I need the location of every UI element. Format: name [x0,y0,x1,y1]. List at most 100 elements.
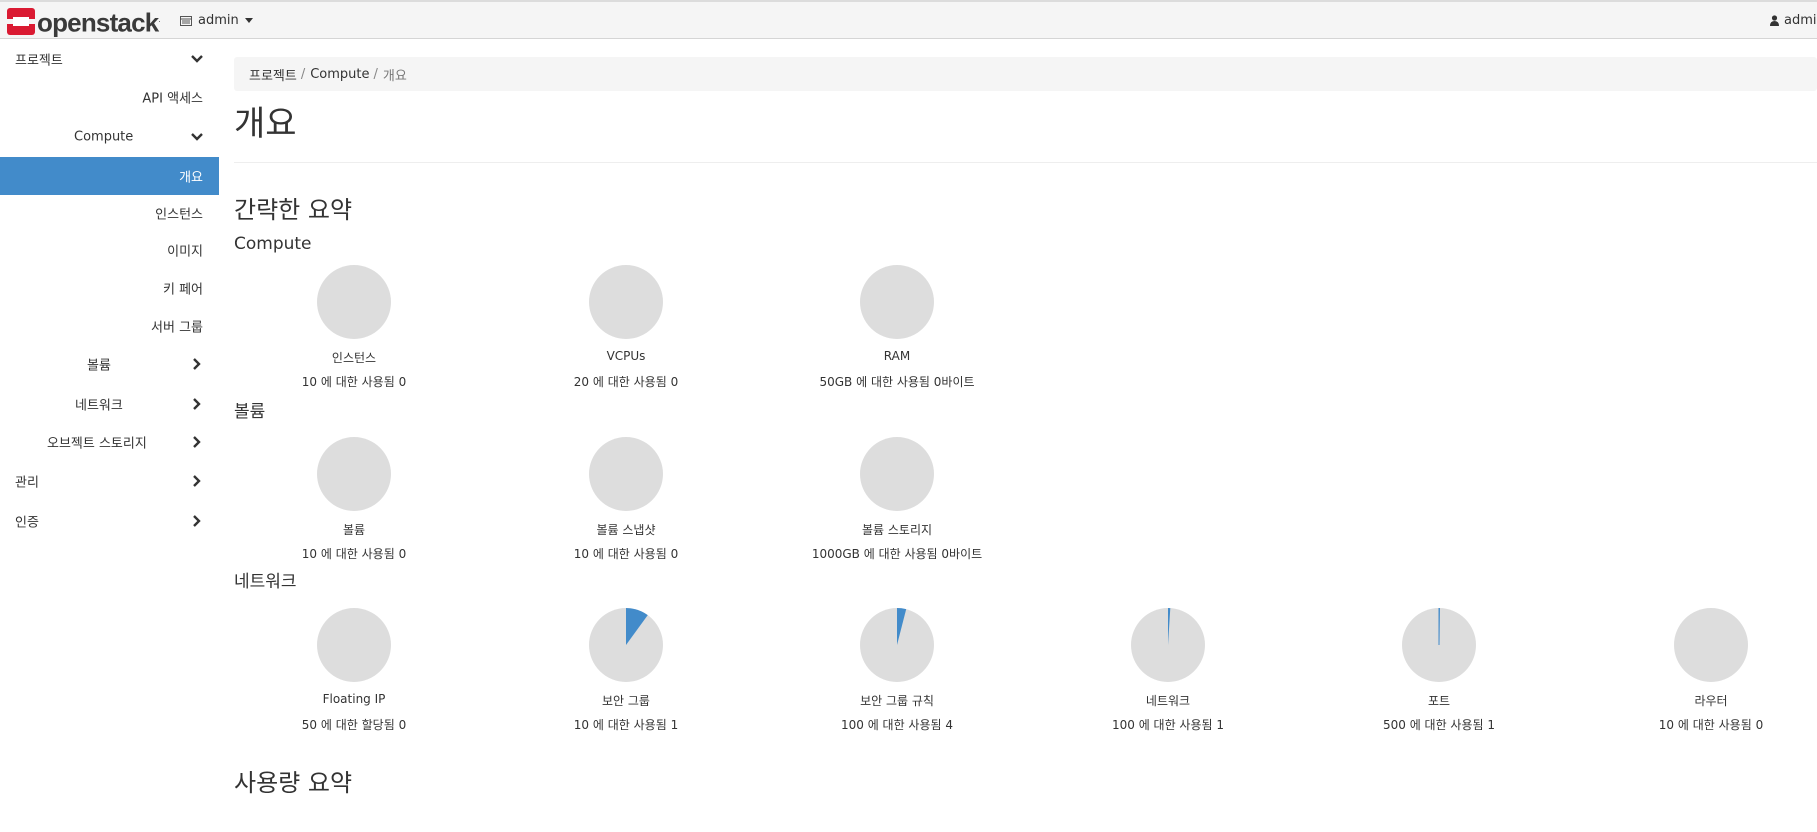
pie-graphic [589,265,663,339]
divider [234,162,1817,163]
pie-usage-text: 50 에 대한 할당됨 0 [301,718,407,732]
chevron-right-icon [193,436,201,448]
pie-title: 인스턴스 [331,351,377,365]
pie-title: 네트워크 [1145,694,1191,708]
pie-background [860,265,934,339]
quota-pie-chart: Floating IP 50 에 대한 할당됨 0 [244,608,464,738]
chevron-right-icon [193,398,201,410]
pie-graphic [860,437,934,511]
project-selector[interactable]: admin [180,13,253,28]
pie-usage-text: 1000GB 에 대한 사용됨 0바이트 [811,547,983,561]
openstack-logo-icon [7,7,35,35]
caret-down-icon [244,18,253,23]
sidebar-item[interactable]: Compute [0,118,219,156]
pie-graphic [317,437,391,511]
sidebar-item[interactable]: 인증 [0,502,219,540]
sidebar-item[interactable]: 서버 그룹 [0,307,219,345]
pie-usage-text: 100 에 대한 사용됨 1 [1111,718,1225,732]
pie-graphic [317,608,391,682]
summary-heading: 간략한 요약 [234,196,353,224]
chevron-right-icon [193,515,201,527]
sidebar-item-label: Compute [74,129,134,145]
sidebar-item-label: API 액세스 [142,91,203,107]
quota-pie-chart: 볼륨 스토리지 1000GB 에 대한 사용됨 0바이트 [787,437,1007,567]
quota-pie-chart: 볼륨 스냅샷 10 에 대한 사용됨 0 [516,437,736,567]
pie-graphic [589,608,663,682]
pie-graphic [1402,608,1476,682]
sidebar-item-label: 프로젝트 [15,53,63,69]
user-icon [1770,15,1779,26]
pie-graphic [860,608,934,682]
pie-background [589,265,663,339]
sidebar-item-label: 볼륨 [87,358,111,374]
pie-title: 포트 [1427,694,1451,708]
pie-graphic [860,265,934,339]
brand-name: openstack. [37,7,161,38]
project-icon [180,15,192,26]
chevron-right-icon [193,358,201,370]
pie-background [317,608,391,682]
page-title: 개요 [234,104,297,144]
user-menu[interactable]: admin [1770,13,1817,28]
pie-title: 볼륨 스토리지 [861,523,933,537]
pie-title: 보안 그룹 [602,694,650,708]
sidebar-item[interactable]: API 액세스 [0,78,219,116]
chevron-down-icon [191,133,203,141]
sidebar-item[interactable]: 이미지 [0,231,219,269]
sidebar-item[interactable]: 네트워크 [0,385,219,423]
breadcrumb-separator: / [300,66,306,82]
pie-usage-text: 10 에 대한 사용됨 1 [573,718,679,732]
sidebar-item-label: 관리 [15,475,39,491]
sidebar-item[interactable]: 키 페어 [0,269,219,307]
breadcrumb-project[interactable]: 프로젝트 [249,65,297,84]
pie-background [860,437,934,511]
sidebar-item-label: 키 페어 [162,282,203,298]
pie-graphic [589,437,663,511]
usage-summary-heading: 사용량 요약 [234,769,353,797]
pie-title: Floating IP [322,692,386,706]
sidebar-item[interactable]: 인스턴스 [0,194,219,232]
sidebar-item-label: 오브젝트 스토리지 [47,436,147,452]
quota-pie-chart: 포트 500 에 대한 사용됨 1 [1329,608,1549,738]
pie-title: 보안 그룹 규칙 [860,694,934,708]
pie-title: RAM [883,349,911,363]
breadcrumb: 프로젝트 / Compute / 개요 [234,57,1817,91]
section-heading: Compute [234,234,312,254]
openstack-logo[interactable]: openstack. [7,7,161,38]
sidebar: 프로젝트 API 액세스 Compute 개요인스턴스이미지키 페어서버 그룹볼륨네트… [0,40,219,832]
top-navbar: openstack. admin admin [0,0,1817,39]
sidebar-item-label: 인증 [15,515,39,531]
sidebar-item-label: 개요 [179,170,203,186]
pie-background [317,437,391,511]
pie-usage-text: 100 에 대한 사용됨 4 [840,718,954,732]
pie-usage-text: 10 에 대한 사용됨 0 [301,547,407,561]
sidebar-item[interactable]: 볼륨 [0,345,219,383]
pie-background [589,437,663,511]
pie-title: 볼륨 [342,523,366,537]
user-name: admin [1784,13,1817,28]
sidebar-item-label: 이미지 [167,244,203,260]
pie-background [317,265,391,339]
quota-pie-chart: VCPUs 20 에 대한 사용됨 0 [516,265,736,395]
pie-graphic [317,265,391,339]
pie-usage-text: 10 에 대한 사용됨 0 [573,547,679,561]
sidebar-item[interactable]: 프로젝트 [0,40,219,78]
section-heading: 볼륨 [234,402,266,422]
quota-pie-chart: 보안 그룹 10 에 대한 사용됨 1 [516,608,736,738]
pie-title: 볼륨 스냅샷 [596,523,656,537]
breadcrumb-current: 개요 [382,68,407,84]
pie-usage-text: 10 에 대한 사용됨 0 [301,375,407,389]
sidebar-item[interactable]: 개요 [0,157,219,195]
quota-pie-chart: 라우터 10 에 대한 사용됨 0 [1601,608,1817,738]
section-heading: 네트워크 [234,572,297,592]
quota-pie-chart: RAM 50GB 에 대한 사용됨 0바이트 [787,265,1007,395]
chevron-right-icon [193,475,201,487]
pie-background [1674,608,1748,682]
pie-usage-text: 10 에 대한 사용됨 0 [1658,718,1764,732]
pie-usage-text: 20 에 대한 사용됨 0 [573,375,679,389]
sidebar-item[interactable]: 오브젝트 스토리지 [0,423,219,461]
sidebar-item[interactable]: 관리 [0,462,219,500]
breadcrumb-compute[interactable]: Compute [310,67,369,82]
quota-pie-chart: 네트워크 100 에 대한 사용됨 1 [1058,608,1278,738]
project-name: admin [198,13,239,28]
